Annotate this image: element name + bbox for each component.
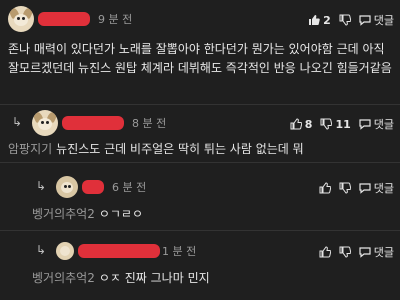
thumbs-down-icon [320, 118, 333, 130]
like-button[interactable]: 2 [308, 14, 331, 27]
user-avatar[interactable] [56, 242, 74, 260]
comment-text: ㅇㄱㄹㅇ [98, 207, 144, 221]
speech-bubble-icon [359, 15, 371, 26]
thumbs-up-icon [319, 182, 331, 194]
comment-reply-2: ↳ 6 분 전 댓글 벵거의추억2 ㅇㄱㄹㅇ [0, 163, 400, 231]
comment-actions: 8 11 댓글 [290, 116, 394, 132]
comment-text-line: 벵거의추억2 ㅇㄱㄹㅇ [32, 205, 143, 222]
comment-time: 6 분 전 [112, 181, 147, 194]
username-redacted[interactable] [82, 180, 104, 194]
comment-header: 9 분 전 [8, 5, 132, 33]
comment-text-line: 벵거의추억2 ㅇㅈ 진짜 그나마 민지 [32, 269, 210, 286]
dislike-count: 11 [335, 117, 351, 131]
comment-header: 6 분 전 [56, 173, 146, 201]
comment-reply-1: ↳ 8 분 전 8 11 댓글 암팡지기 뉴진스도 근데 비주얼은 딱히 튀는 사… [0, 105, 400, 163]
speech-bubble-icon [359, 247, 371, 258]
reply-button[interactable]: 댓글 [359, 180, 394, 196]
thumbs-up-icon [309, 15, 320, 25]
username-redacted[interactable] [62, 116, 124, 130]
reply-button[interactable]: 댓글 [359, 244, 394, 260]
username-redacted[interactable] [78, 244, 160, 258]
reply-label: 댓글 [373, 182, 394, 195]
comment-time: 8 분 전 [132, 117, 167, 130]
comment-text: ㅇㅈ 진짜 그나마 민지 [98, 271, 210, 285]
thumbs-down-icon [339, 246, 351, 258]
dislike-button[interactable] [339, 182, 351, 194]
reply-arrow-icon: ↳ [36, 179, 47, 193]
dislike-button[interactable]: 11 [320, 117, 351, 131]
mention-tag[interactable]: 벵거의추억2 [32, 271, 95, 285]
dislike-button[interactable] [339, 246, 351, 258]
reply-label: 댓글 [373, 14, 394, 27]
user-avatar[interactable] [8, 6, 34, 32]
thumbs-down-icon [339, 14, 351, 26]
comment-header: 8 분 전 [32, 109, 166, 137]
like-button[interactable]: 8 [290, 117, 313, 131]
comment-text-line: 암팡지기 뉴진스도 근데 비주얼은 딱히 튀는 사람 없는데 뭐 [8, 140, 304, 157]
comment-top: 9 분 전 2 댓글 존나 매력이 있다던가 노래를 잘뽑아야 한다던가 뭔가는… [0, 0, 400, 105]
like-button[interactable] [319, 182, 331, 194]
username-redacted[interactable] [38, 12, 90, 26]
reply-button[interactable]: 댓글 [359, 116, 394, 132]
comment-reply-3: ↳ 1 분 전 댓글 벵거의추억2 ㅇㅈ 진짜 그나마 민지 [0, 231, 400, 300]
reply-label: 댓글 [373, 118, 394, 131]
like-count: 8 [304, 117, 313, 131]
like-button[interactable] [319, 246, 331, 258]
speech-bubble-icon [359, 183, 371, 194]
user-avatar[interactable] [56, 176, 78, 198]
comment-time: 1 분 전 [162, 245, 197, 258]
comment-time: 9 분 전 [98, 13, 133, 26]
reply-button[interactable]: 댓글 [359, 12, 394, 28]
thumbs-up-icon [290, 118, 302, 130]
comment-actions: 2 댓글 [308, 12, 394, 28]
reply-arrow-icon: ↳ [12, 115, 23, 129]
like-count: 2 [323, 13, 331, 27]
reply-label: 댓글 [373, 246, 394, 259]
comment-actions: 댓글 [319, 244, 394, 260]
comment-text: 존나 매력이 있다던가 노래를 잘뽑아야 한다던가 뭔가는 있어야함 근데 아직… [8, 42, 392, 75]
comment-header: 1 분 전 [56, 237, 196, 265]
speech-bubble-icon [359, 119, 371, 130]
comment-actions: 댓글 [319, 180, 394, 196]
thumbs-up-icon [319, 246, 331, 258]
dislike-button[interactable] [339, 14, 351, 26]
mention-tag[interactable]: 벵거의추억2 [32, 207, 95, 221]
user-avatar[interactable] [32, 110, 58, 136]
thumbs-down-icon [339, 182, 351, 194]
comment-text: 뉴진스도 근데 비주얼은 딱히 튀는 사람 없는데 뭐 [56, 142, 304, 156]
reply-arrow-icon: ↳ [36, 243, 47, 257]
mention-tag[interactable]: 암팡지기 [8, 142, 52, 156]
